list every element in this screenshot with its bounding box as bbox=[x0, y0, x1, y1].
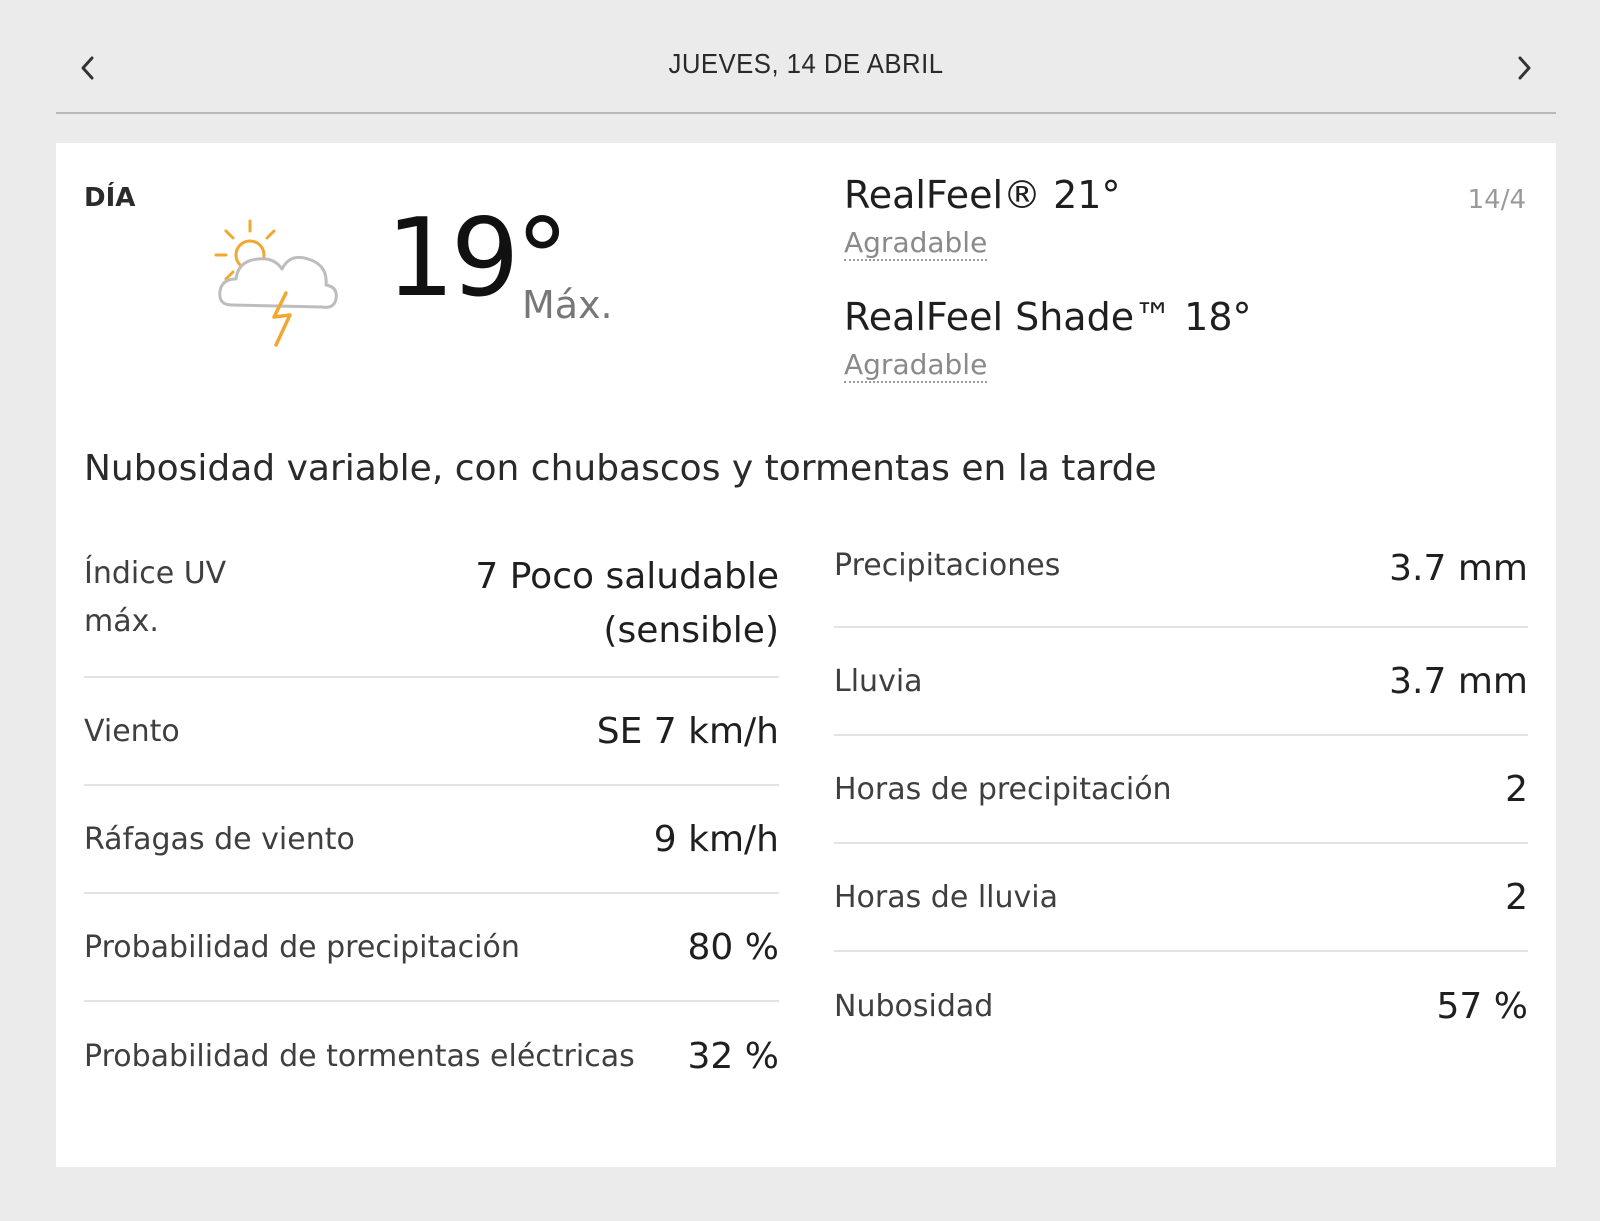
rain-label: Lluvia bbox=[834, 663, 923, 699]
chevron-right-icon bbox=[1518, 56, 1531, 80]
partly-cloudy-thunderstorm-icon bbox=[214, 219, 338, 347]
precipitation-value: 3.7 mm bbox=[1389, 548, 1528, 589]
rain-row: Lluvia 3.7 mm bbox=[834, 628, 1528, 736]
short-date: 14/4 bbox=[1467, 185, 1526, 215]
cloud-cover-value: 57 % bbox=[1436, 985, 1528, 1027]
uv-index-label-line2: máx. bbox=[84, 604, 159, 639]
thunderstorm-probability-row: Probabilidad de tormentas eléctricas 32 … bbox=[84, 1002, 779, 1110]
precipitation-hours-row: Horas de precipitación 2 bbox=[834, 736, 1528, 844]
uv-index-label: Índice UV bbox=[84, 556, 227, 591]
wind-row: Viento SE 7 km/h bbox=[84, 678, 779, 786]
wind-value: SE 7 km/h bbox=[596, 710, 779, 752]
wind-gusts-row: Ráfagas de viento 9 km/h bbox=[84, 786, 779, 894]
thunderstorm-probability-value: 32 % bbox=[687, 1035, 779, 1077]
wind-gusts-value: 9 km/h bbox=[653, 818, 779, 860]
realfeel-shade-value: RealFeel Shade™ 18° bbox=[844, 295, 1252, 339]
precipitation-label: Precipitaciones bbox=[834, 548, 1061, 583]
rain-hours-label: Horas de lluvia bbox=[834, 879, 1058, 915]
section-label: DÍA bbox=[84, 183, 136, 213]
day-forecast-card: DÍA 19° Máx. RealFeel® 21° Agradable Rea… bbox=[56, 143, 1556, 1167]
uv-index-value: 7 Poco saludable bbox=[475, 556, 779, 597]
precipitation-hours-value: 2 bbox=[1505, 768, 1528, 810]
max-label: Máx. bbox=[522, 283, 613, 327]
precip-probability-label: Probabilidad de precipitación bbox=[84, 929, 520, 965]
next-day-button[interactable] bbox=[1504, 48, 1544, 88]
cloud-cover-row: Nubosidad 57 % bbox=[834, 952, 1528, 1060]
realfeel-value: RealFeel® 21° bbox=[844, 173, 1121, 217]
chevron-left-icon bbox=[81, 56, 94, 80]
precipitation-hours-label: Horas de precipitación bbox=[834, 771, 1172, 807]
uv-index-row: Índice UV máx. 7 Poco saludable (sensibl… bbox=[84, 538, 779, 678]
precip-probability-row: Probabilidad de precipitación 80 % bbox=[84, 894, 779, 1002]
precip-probability-value: 80 % bbox=[687, 926, 779, 968]
realfeel-phrase[interactable]: Agradable bbox=[844, 226, 988, 262]
cloud-cover-label: Nubosidad bbox=[834, 988, 994, 1024]
thunderstorm-probability-label: Probabilidad de tormentas eléctricas bbox=[84, 1038, 635, 1074]
uv-index-value-line2: (sensible) bbox=[603, 610, 779, 651]
details-left-column: Índice UV máx. 7 Poco saludable (sensibl… bbox=[84, 538, 779, 1110]
wind-label: Viento bbox=[84, 713, 180, 749]
date-title: JUEVES, 14 DE ABRIL bbox=[668, 48, 944, 79]
date-navigation: JUEVES, 14 DE ABRIL bbox=[56, 30, 1556, 114]
precipitation-row: Precipitaciones 3.7 mm bbox=[834, 538, 1528, 628]
wind-gusts-label: Ráfagas de viento bbox=[84, 821, 355, 857]
previous-day-button[interactable] bbox=[68, 48, 108, 88]
rain-value: 3.7 mm bbox=[1389, 660, 1528, 702]
forecast-phrase: Nubosidad variable, con chubascos y torm… bbox=[84, 448, 1157, 489]
rain-hours-row: Horas de lluvia 2 bbox=[834, 844, 1528, 952]
realfeel-shade-phrase[interactable]: Agradable bbox=[844, 348, 988, 384]
rain-hours-value: 2 bbox=[1505, 876, 1528, 918]
details-right-column: Precipitaciones 3.7 mm Lluvia 3.7 mm Hor… bbox=[834, 538, 1528, 1060]
